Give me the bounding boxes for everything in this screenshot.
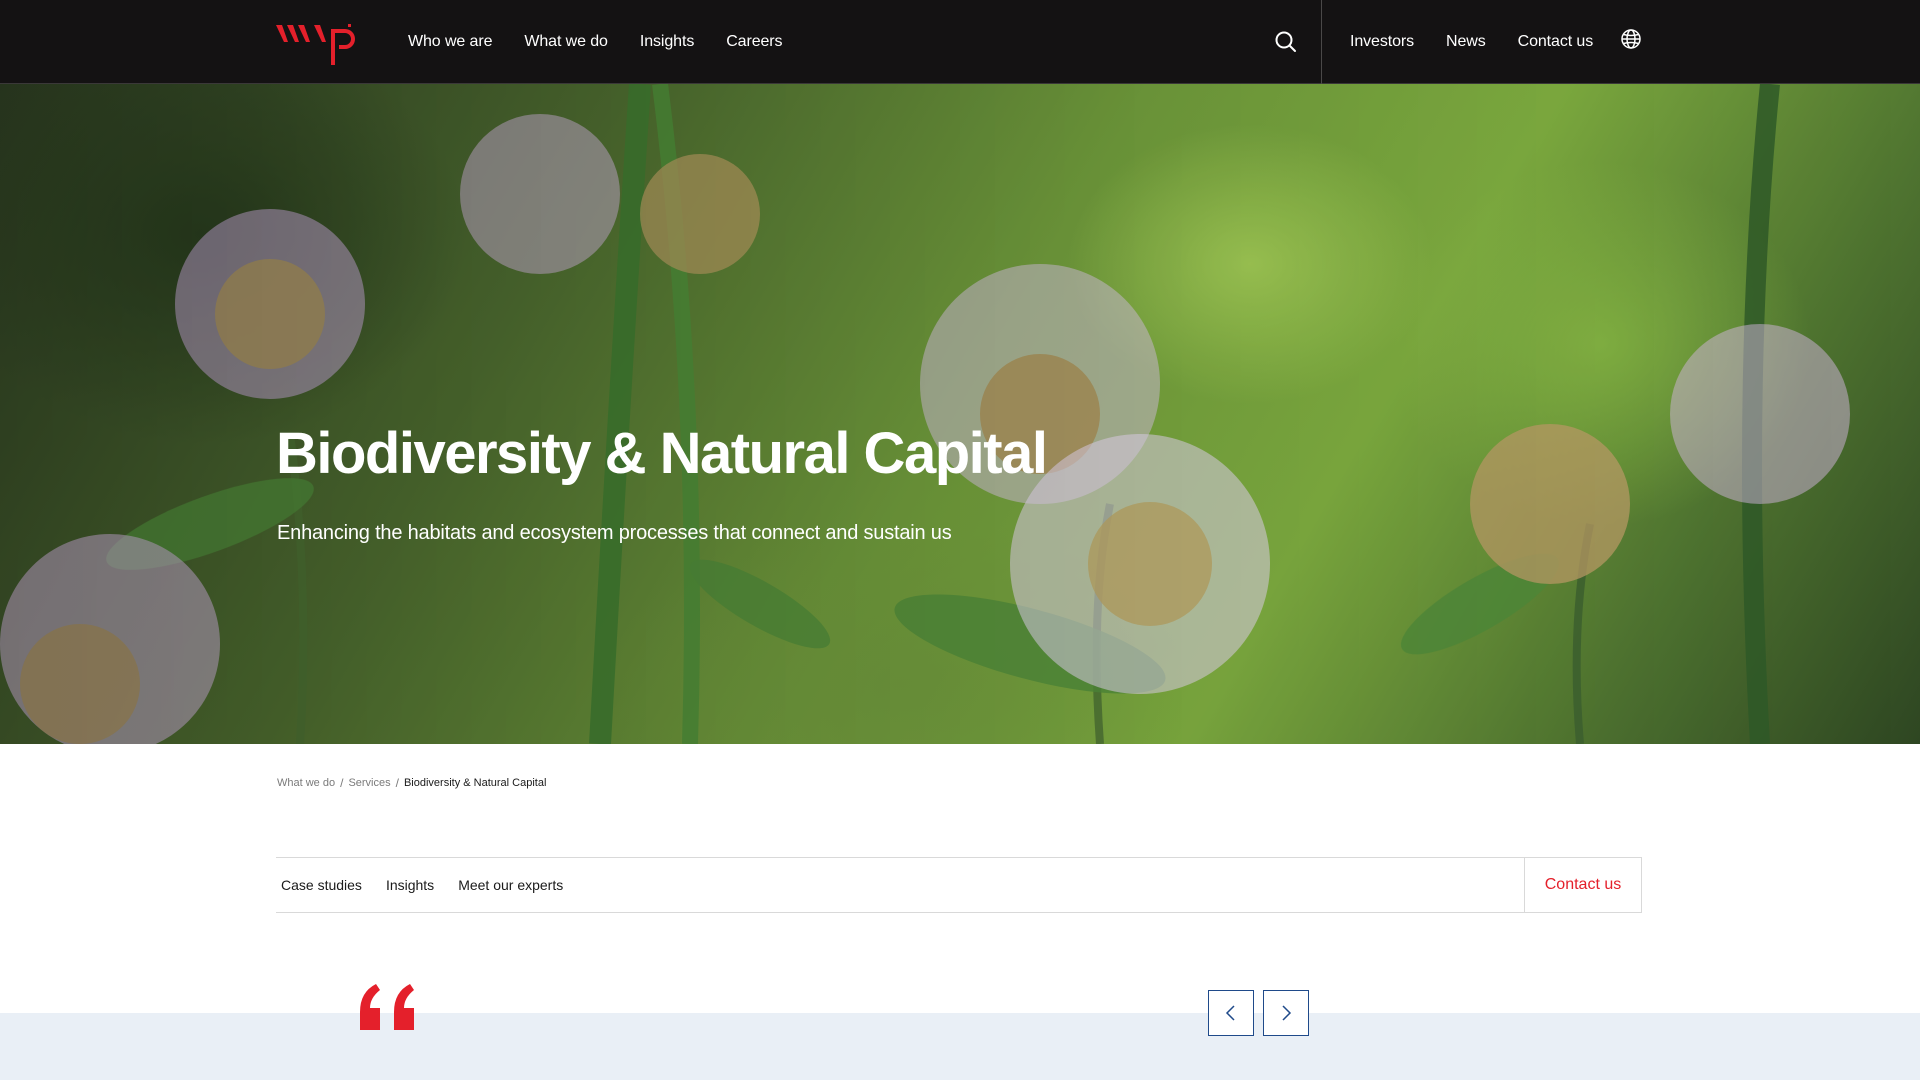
breadcrumb: What we do / Services / Biodiversity & N… (277, 776, 546, 790)
page-title: Biodiversity & Natural Capital (276, 421, 1048, 486)
quote-mark-icon (356, 982, 420, 1038)
nav-investors[interactable]: Investors (1350, 33, 1414, 51)
breadcrumb-separator: / (395, 776, 399, 790)
carousel-next-button[interactable] (1263, 990, 1309, 1036)
secondary-navigation: Investors News Contact us (1350, 0, 1593, 84)
top-navigation-bar: Who we are What we do Insights Careers I… (0, 0, 1920, 84)
nav-divider (1321, 0, 1322, 84)
page-subtitle: Enhancing the habitats and ecosystem pro… (277, 522, 952, 544)
section-link-insights[interactable]: Insights (386, 877, 434, 893)
chevron-left-icon (1225, 1005, 1235, 1021)
search-icon (1275, 31, 1296, 52)
nav-careers[interactable]: Careers (726, 33, 782, 51)
breadcrumb-services[interactable]: Services (348, 777, 390, 789)
section-link-meet-our-experts[interactable]: Meet our experts (458, 877, 563, 893)
contact-us-button[interactable]: Contact us (1524, 858, 1642, 912)
primary-navigation: Who we are What we do Insights Careers (408, 0, 783, 84)
section-link-case-studies[interactable]: Case studies (281, 877, 362, 893)
hero-overlay (0, 84, 1920, 744)
section-links: Case studies Insights Meet our experts (281, 858, 563, 912)
nav-who-we-are[interactable]: Who we are (408, 33, 492, 51)
nav-insights[interactable]: Insights (640, 33, 694, 51)
breadcrumb-current: Biodiversity & Natural Capital (403, 777, 547, 789)
search-button[interactable] (1272, 28, 1300, 56)
hero-banner: Biodiversity & Natural Capital Enhancing… (0, 84, 1920, 744)
nav-news[interactable]: News (1446, 33, 1486, 51)
quote-section-background (0, 1013, 1920, 1080)
chevron-right-icon (1282, 1005, 1292, 1021)
breadcrumb-what-we-do[interactable]: What we do (277, 777, 335, 789)
wsp-logo-mark (276, 24, 355, 65)
nav-contact-us[interactable]: Contact us (1518, 33, 1594, 51)
carousel-previous-button[interactable] (1208, 990, 1254, 1036)
wsp-logo[interactable] (276, 22, 362, 66)
globe-icon (1621, 29, 1641, 49)
language-selector-button[interactable] (1620, 28, 1642, 50)
nav-what-we-do[interactable]: What we do (524, 33, 608, 51)
breadcrumb-separator: / (340, 776, 344, 790)
page-section-navigation: Case studies Insights Meet our experts C… (276, 857, 1642, 913)
